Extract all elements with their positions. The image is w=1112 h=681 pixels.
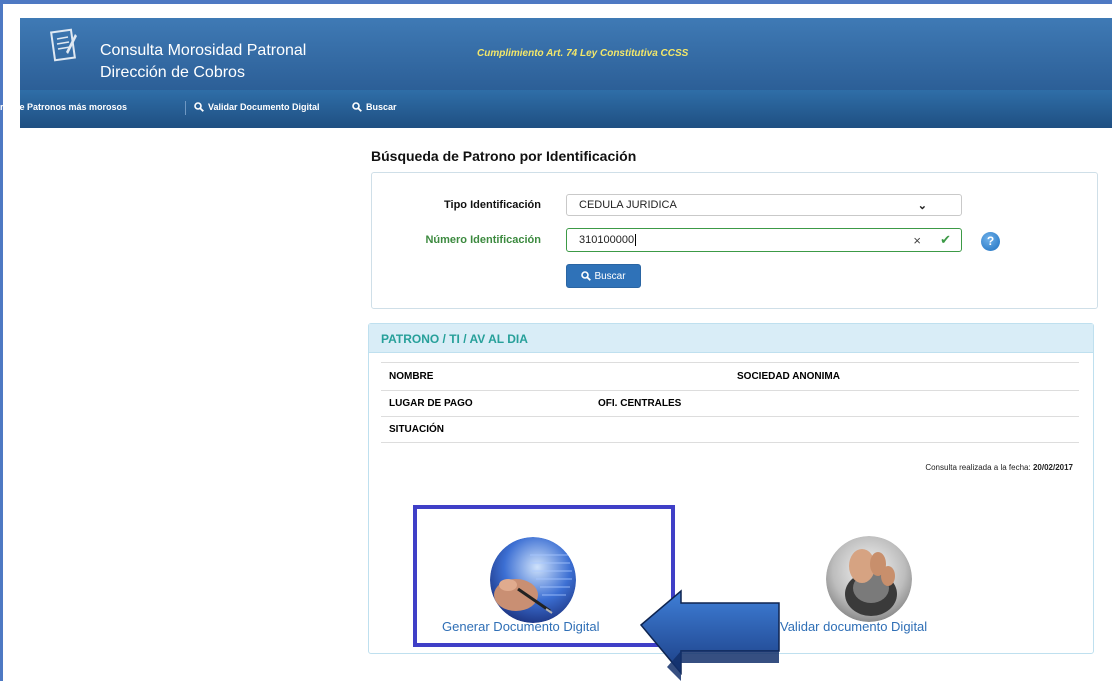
- text-cursor: [635, 234, 637, 246]
- search-icon: [352, 102, 362, 112]
- highlight-box-annotation: [413, 505, 675, 647]
- search-icon: [581, 271, 592, 281]
- app-title: Consulta Morosidad Patronal: [100, 42, 307, 59]
- nav-separator: [185, 101, 186, 115]
- valid-check-icon: ✔: [940, 232, 951, 247]
- app-department: Dirección de Cobros: [100, 64, 245, 81]
- app-subtitle: Cumplimiento Art. 74 Ley Constitutiva CC…: [477, 48, 689, 59]
- buscar-button[interactable]: Buscar: [566, 264, 641, 288]
- document-logo-icon: [50, 28, 77, 62]
- tipo-identificacion-label: Tipo Identificación: [444, 199, 541, 211]
- consulta-date: 20/02/2017: [1032, 463, 1073, 472]
- row-label-situacion: SITUACIÓN: [389, 424, 444, 435]
- nav-item-label: Validar Documento Digital: [208, 102, 320, 112]
- arrow-left-icon: [639, 589, 780, 681]
- search-icon: [194, 102, 204, 112]
- nav-item-label: Buscar: [366, 102, 397, 112]
- consulta-date-text: Consulta realizada a la fecha: 20/02/201…: [925, 463, 1073, 472]
- app-header: Consulta Morosidad Patronal Dirección de…: [20, 18, 1112, 90]
- row-value-lugar-pago: OFI. CENTRALES: [598, 398, 682, 409]
- clear-icon[interactable]: ×: [913, 233, 921, 248]
- result-panel-header: PATRONO / TI / AV AL DIA: [369, 324, 1093, 353]
- nav-item-buscar[interactable]: Buscar: [352, 102, 397, 112]
- row-label-nombre: NOMBRE: [389, 371, 434, 382]
- nav-item-label: rte de Patronos más morosos: [0, 102, 128, 112]
- row-divider: [381, 390, 1079, 391]
- chevron-down-icon: ⌄: [917, 200, 927, 212]
- numero-input-value: 310100000: [579, 234, 635, 246]
- tipo-selected-value: CEDULA JURIDICA: [579, 199, 677, 211]
- row-divider: [381, 362, 1079, 363]
- row-label-lugar-pago: LUGAR DE PAGO: [389, 398, 473, 409]
- nav-item-validar[interactable]: Validar Documento Digital: [194, 102, 320, 112]
- consulta-prefix: Consulta realizada a la fecha:: [925, 463, 1031, 472]
- row-value-nombre: SOCIEDAD ANONIMA: [737, 371, 840, 382]
- row-divider: [381, 442, 1079, 443]
- top-navbar: rte de Patronos más morosos Validar Docu…: [0, 90, 1112, 128]
- search-section-title: Búsqueda de Patrono por Identificación: [371, 148, 637, 164]
- nav-item-morosos[interactable]: rte de Patronos más morosos: [0, 102, 127, 112]
- numero-identificacion-label: Número Identificación: [425, 234, 541, 246]
- mouse-hand-icon[interactable]: [826, 536, 912, 622]
- row-divider: [381, 416, 1079, 417]
- result-panel-title: PATRONO / TI / AV AL DIA: [381, 332, 528, 346]
- help-icon[interactable]: ?: [981, 232, 1000, 251]
- numero-identificacion-input[interactable]: 310100000 × ✔: [566, 228, 962, 252]
- validar-documento-link[interactable]: Validar documento Digital: [780, 619, 927, 634]
- buscar-button-label: Buscar: [594, 270, 626, 282]
- tipo-identificacion-select[interactable]: CEDULA JURIDICA ⌄: [566, 194, 962, 216]
